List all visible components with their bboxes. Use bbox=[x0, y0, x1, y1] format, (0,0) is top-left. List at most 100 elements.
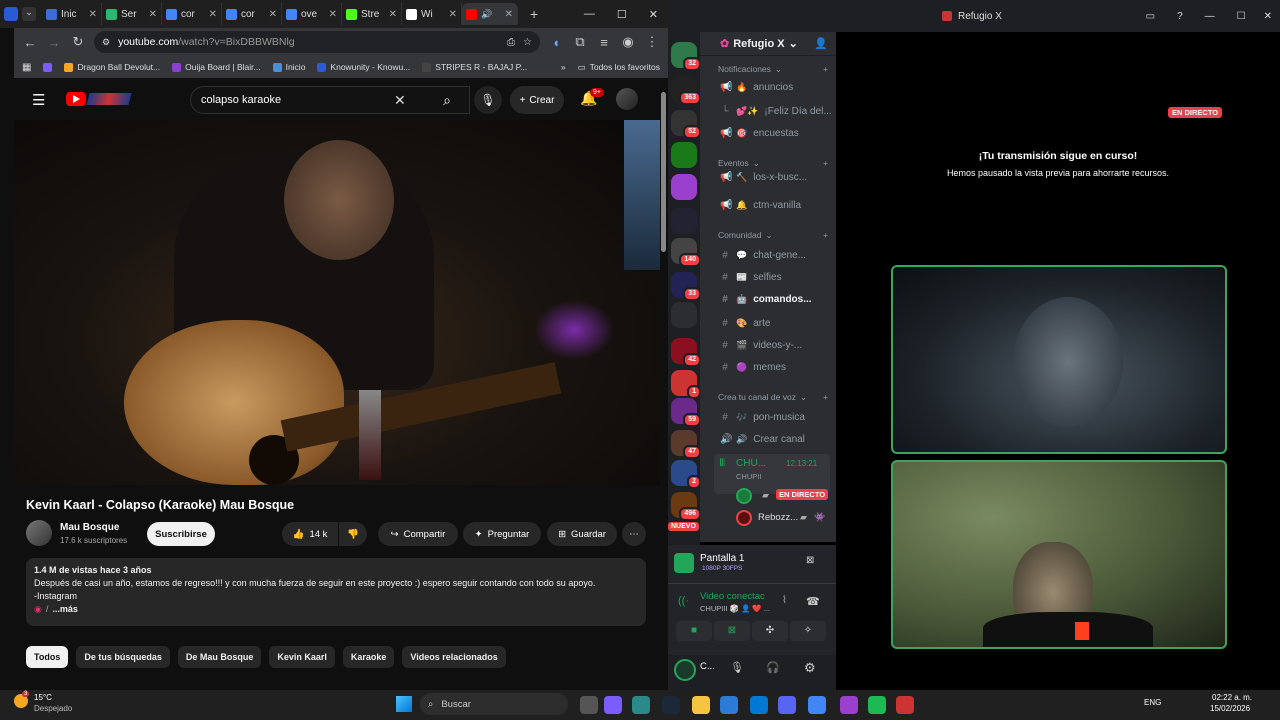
help-icon[interactable]: ? bbox=[1177, 11, 1183, 22]
bookmark-item[interactable]: Dragon Ball Devolut... bbox=[64, 62, 160, 72]
forward-icon[interactable]: → bbox=[46, 35, 62, 50]
clear-search-icon[interactable]: ✕ bbox=[394, 92, 406, 109]
search-icon[interactable]: ⌕ bbox=[424, 86, 470, 114]
taskbar-search[interactable]: ⌕ Buscar bbox=[420, 693, 568, 715]
video-player[interactable] bbox=[14, 120, 660, 485]
media-icon[interactable]: ≡ bbox=[596, 35, 612, 50]
site-info-icon[interactable]: ⚙ bbox=[102, 37, 110, 48]
bookmark-icon[interactable] bbox=[43, 62, 53, 72]
avatar[interactable] bbox=[616, 88, 638, 110]
taskbar-app-icon[interactable] bbox=[692, 696, 710, 714]
channel-item[interactable]: └ 💕✨ ¡Feliz Día del... bbox=[720, 106, 831, 117]
mic-icon[interactable]: 🎙 bbox=[474, 86, 502, 114]
apps-icon[interactable]: ▦ bbox=[22, 62, 31, 73]
ask-button[interactable]: ✦ Preguntar bbox=[463, 522, 541, 546]
filter-chip[interactable]: Videos relacionados bbox=[402, 646, 506, 668]
close-tab-icon[interactable]: ✕ bbox=[505, 9, 513, 20]
channel-category[interactable]: Eventos ⌄ + bbox=[718, 158, 828, 169]
filter-chip[interactable]: De Mau Bosque bbox=[177, 646, 262, 668]
address-bar[interactable]: ⚙ youtube.com/watch?v=BixDBBWBNlg ⎙ ☆ bbox=[94, 31, 540, 53]
server-icon[interactable]: 42 bbox=[671, 338, 701, 367]
headphones-icon[interactable]: 🎧 bbox=[766, 661, 780, 674]
share-button[interactable]: ↪ Compartir bbox=[378, 522, 458, 546]
clock-time[interactable]: 02:22 a. m. bbox=[1212, 693, 1252, 702]
soundboard-icon[interactable]: ✧ bbox=[790, 621, 826, 641]
channel-item[interactable]: # 🎨 arte bbox=[720, 318, 770, 329]
channel-item[interactable]: # 💬 chat-gene... bbox=[720, 250, 806, 261]
server-icon[interactable]: 140 bbox=[671, 238, 701, 267]
connection-icon[interactable]: ((· bbox=[678, 595, 689, 607]
mic-icon[interactable]: 🎙 bbox=[730, 661, 744, 674]
user-avatar[interactable] bbox=[736, 510, 752, 526]
server-icon[interactable]: 59 bbox=[671, 398, 701, 427]
channel-name[interactable]: Mau Bosque bbox=[60, 522, 119, 533]
taskbar-app-icon[interactable] bbox=[840, 696, 858, 714]
back-icon[interactable]: ← bbox=[22, 35, 38, 50]
browser-tab[interactable]: cor ✕ bbox=[222, 3, 282, 25]
taskbar-app-icon[interactable] bbox=[662, 696, 680, 714]
channel-item[interactable]: # 🎬 videos-y-... bbox=[720, 340, 802, 351]
avatar[interactable] bbox=[674, 659, 696, 681]
channel-item[interactable]: # 🤖 comandos... bbox=[720, 294, 811, 305]
screen-toggle-icon[interactable]: ⊠ bbox=[714, 621, 750, 641]
dislike-button[interactable]: 👎 bbox=[339, 522, 367, 546]
inbox-icon[interactable]: ▭ bbox=[1146, 11, 1155, 22]
all-bookmarks[interactable]: ▭ Todos los favoritos bbox=[578, 62, 660, 73]
close-window-icon[interactable]: ✕ bbox=[649, 8, 658, 21]
stop-stream-icon[interactable]: ⊠ bbox=[806, 555, 814, 566]
noise-suppression-icon[interactable]: ⌇ bbox=[782, 595, 787, 606]
taskbar-app-icon[interactable] bbox=[604, 696, 622, 714]
server-icon[interactable]: 52 bbox=[671, 110, 701, 139]
server-icon[interactable]: 1 bbox=[671, 370, 701, 399]
filter-chip[interactable]: Karaoke bbox=[342, 646, 395, 668]
taskbar-app-icon[interactable] bbox=[632, 696, 650, 714]
new-tab-icon[interactable]: + bbox=[530, 6, 538, 22]
taskbar-app-icon[interactable] bbox=[896, 696, 914, 714]
install-icon[interactable]: ⎙ bbox=[507, 37, 515, 48]
channel-item[interactable]: # 🟣 memes bbox=[720, 362, 786, 373]
extensions-icon[interactable]: ⧉ bbox=[572, 34, 588, 50]
save-button[interactable]: ⊞ Guardar bbox=[547, 522, 617, 546]
close-tab-icon[interactable]: ✕ bbox=[89, 9, 97, 20]
channel-item[interactable]: 🔊 🔊 Crear canal bbox=[720, 434, 805, 445]
channel-category[interactable]: Comunidad ⌄ + bbox=[718, 230, 828, 241]
server-icon[interactable]: 32 bbox=[671, 42, 701, 71]
channel-category[interactable]: Notificaciones ⌄ + bbox=[718, 64, 828, 75]
tab-search-icon[interactable]: ⌄ bbox=[22, 7, 36, 21]
add-member-icon[interactable]: 👤 bbox=[814, 37, 828, 50]
camera-tile-1[interactable] bbox=[891, 265, 1227, 454]
close-tab-icon[interactable]: ✕ bbox=[149, 9, 157, 20]
bookmark-item[interactable]: Inicio bbox=[272, 62, 305, 72]
create-button[interactable]: + Crear bbox=[510, 86, 564, 114]
filter-chip[interactable]: Todos bbox=[26, 646, 69, 668]
channel-item[interactable]: 📢 🔔 ctm-vanilla bbox=[720, 200, 801, 211]
weather-text[interactable]: Despejado bbox=[34, 704, 72, 713]
browser-tab[interactable]: Ser ✕ bbox=[102, 3, 162, 25]
close-tab-icon[interactable]: ✕ bbox=[449, 9, 457, 20]
doodle-logo[interactable] bbox=[86, 93, 132, 105]
browser-tab[interactable]: Wi ✕ bbox=[402, 3, 462, 25]
windows-start-icon[interactable] bbox=[396, 696, 412, 712]
speaker-icon[interactable]: 🔊 bbox=[481, 9, 492, 20]
close-tab-icon[interactable]: ✕ bbox=[209, 9, 217, 20]
taskbar-app-icon[interactable] bbox=[720, 696, 738, 714]
add-channel-icon[interactable]: + bbox=[823, 158, 828, 169]
more-bookmarks-icon[interactable]: » bbox=[561, 62, 566, 72]
browser-tab[interactable]: ove ✕ bbox=[282, 3, 342, 25]
taskbar-app-icon[interactable] bbox=[808, 696, 826, 714]
subscribe-button[interactable]: Suscribirse bbox=[147, 522, 215, 546]
chrome-menu-icon[interactable] bbox=[4, 7, 18, 21]
taskbar-app-icon[interactable] bbox=[750, 696, 768, 714]
channel-avatar[interactable] bbox=[26, 520, 52, 546]
voice-channel[interactable]: 𝄃𝄃 CHU... 12:13:21 CHUPII bbox=[714, 454, 830, 494]
server-icon[interactable] bbox=[671, 174, 697, 200]
like-button[interactable]: 👍 14 k bbox=[282, 522, 338, 546]
server-icon[interactable]: 47 bbox=[671, 430, 701, 459]
add-channel-icon[interactable]: + bbox=[823, 392, 828, 403]
disconnect-icon[interactable]: ☎ bbox=[806, 595, 820, 608]
taskbar-app-icon[interactable] bbox=[580, 696, 598, 714]
activities-icon[interactable]: ✣ bbox=[752, 621, 788, 641]
clock-date[interactable]: 15/02/2026 bbox=[1210, 704, 1250, 713]
minimize-icon[interactable]: — bbox=[584, 8, 595, 21]
server-icon[interactable]: 363 bbox=[671, 76, 701, 105]
